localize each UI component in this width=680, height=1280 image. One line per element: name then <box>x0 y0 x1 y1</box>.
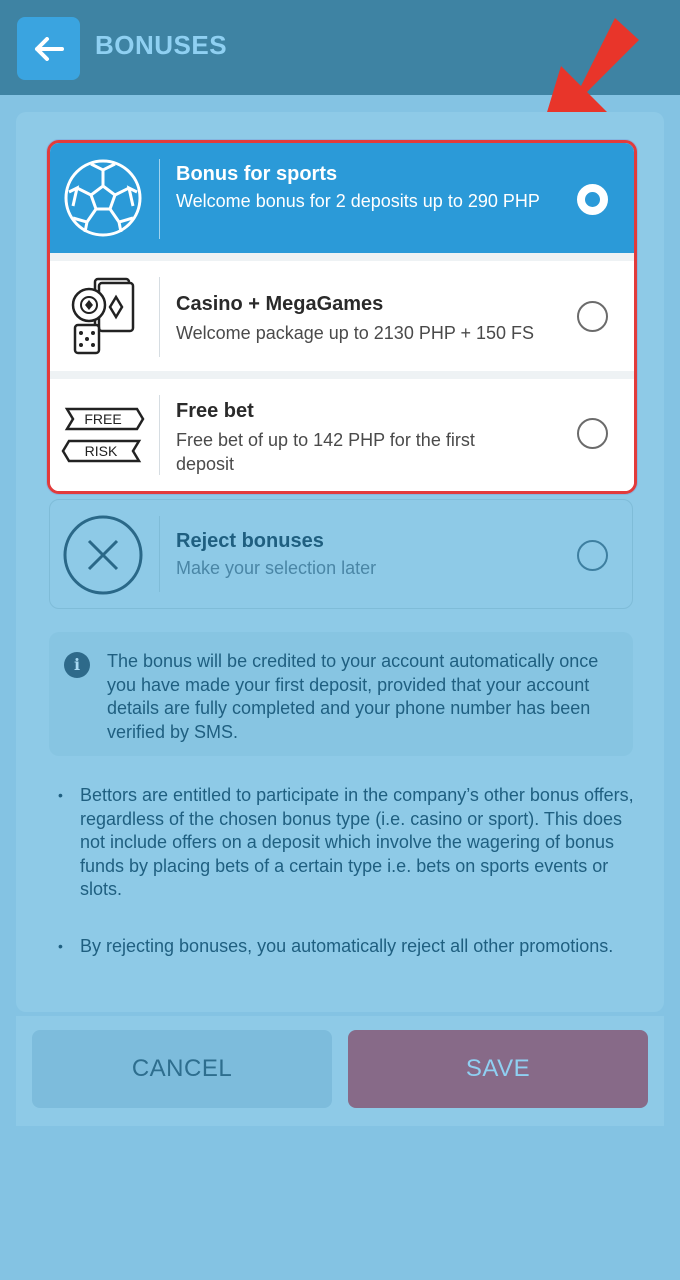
info-box: i The bonus will be credited to your acc… <box>49 632 633 756</box>
back-button[interactable] <box>17 17 80 80</box>
risk-badge-text: RISK <box>85 443 118 459</box>
option-description: Free bet of up to 142 PHP for the first … <box>176 430 475 474</box>
cancel-button[interactable]: CANCEL <box>32 1030 332 1108</box>
note-item: • Bettors are entitled to participate in… <box>58 784 638 904</box>
free-risk-icon: FREE RISK <box>60 395 146 475</box>
note-item: • By rejecting bonuses, you automaticall… <box>58 935 638 985</box>
divider <box>159 516 160 592</box>
casino-cards-icon <box>60 275 146 357</box>
bullet: • <box>58 787 63 803</box>
info-icon: i <box>64 652 90 678</box>
close-circle-icon <box>62 514 144 601</box>
separator <box>50 371 634 379</box>
save-button[interactable]: SAVE <box>348 1030 648 1108</box>
option-description: Welcome bonus for 2 deposits up to 290 P… <box>176 191 540 211</box>
option-title: Bonus for sports <box>176 163 338 185</box>
page-title: BONUSES <box>95 30 228 60</box>
option-description: Welcome package up to 2130 PHP + 150 FS <box>176 323 535 343</box>
bonus-options: Bonus for sports Welcome bonus for 2 dep… <box>47 140 637 494</box>
info-text: The bonus will be credited to your accou… <box>107 651 599 742</box>
note-text: By rejecting bonuses, you automatically … <box>80 936 614 956</box>
reject-description: Make your selection later <box>176 558 377 578</box>
radio-unselected[interactable] <box>577 540 608 571</box>
option-title: Casino + MegaGames <box>176 293 384 315</box>
option-sports-bonus[interactable]: Bonus for sports Welcome bonus for 2 dep… <box>50 143 634 253</box>
reject-title: Reject bonuses <box>176 530 324 552</box>
note-text: Bettors are entitled to participate in t… <box>80 785 634 899</box>
radio-unselected[interactable] <box>577 418 608 449</box>
option-casino-bonus[interactable]: Casino + MegaGames Welcome package up to… <box>50 261 634 371</box>
free-badge-text: FREE <box>84 411 121 427</box>
soccer-ball-icon <box>60 157 146 239</box>
divider <box>159 395 160 475</box>
option-reject-bonuses[interactable]: Reject bonuses Make your selection later <box>49 499 633 609</box>
option-free-bet[interactable]: FREE RISK Free bet Free bet of up to 142… <box>50 379 634 491</box>
separator <box>50 253 634 261</box>
radio-selected[interactable] <box>577 184 608 215</box>
radio-unselected[interactable] <box>577 301 608 332</box>
divider <box>159 277 160 357</box>
bullet: • <box>58 938 63 954</box>
arrow-left-icon <box>34 36 64 61</box>
divider <box>159 159 160 239</box>
option-title: Free bet <box>176 400 254 422</box>
